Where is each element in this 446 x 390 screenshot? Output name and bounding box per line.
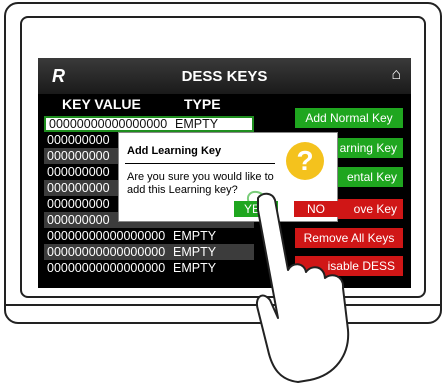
key-type: EMPTY <box>173 229 217 243</box>
dialog-message-line1: Are you sure you would like to <box>127 171 274 183</box>
pointing-hand-icon <box>246 190 350 383</box>
column-header-type: TYPE <box>184 96 221 112</box>
key-value: 00000000000000000 <box>47 261 166 275</box>
page-title: DESS KEYS <box>181 68 268 85</box>
dialog-divider <box>125 163 275 164</box>
dialog-title: Add Learning Key <box>127 145 222 157</box>
key-row[interactable]: 00000000000000000 EMPTY <box>44 244 254 260</box>
question-icon: ? <box>286 142 324 180</box>
key-type: EMPTY <box>175 117 219 131</box>
add-normal-key-button[interactable]: Add Normal Key <box>295 108 403 128</box>
key-row[interactable]: 00000000000000000 EMPTY <box>44 260 254 276</box>
key-value: 00000000000000000 <box>47 245 166 259</box>
key-type: EMPTY <box>173 245 217 259</box>
home-icon[interactable]: ⌂ <box>391 66 401 84</box>
top-bar: R DESS KEYS ⌂ <box>38 58 411 94</box>
key-value: 00000000000000000 <box>47 229 166 243</box>
key-row[interactable]: 00000000000000000 EMPTY <box>44 228 254 244</box>
key-type: EMPTY <box>173 261 217 275</box>
column-header-key: KEY VALUE <box>62 96 141 112</box>
key-value: 00000000000000000 <box>49 117 168 131</box>
key-row[interactable]: 00000000000000000 EMPTY <box>44 116 254 132</box>
